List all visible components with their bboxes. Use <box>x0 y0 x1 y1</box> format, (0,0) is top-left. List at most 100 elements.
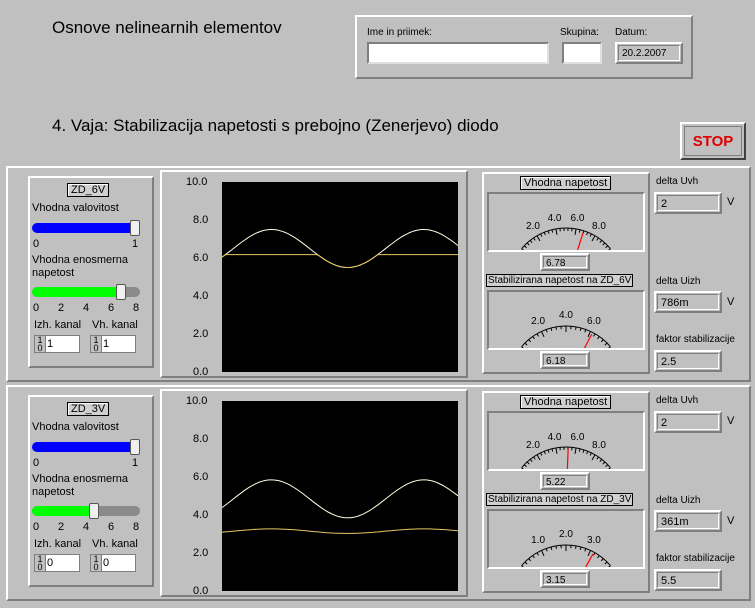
dc-slider-knob[interactable] <box>115 284 126 300</box>
in-channel-input[interactable]: 10 1 <box>90 335 136 353</box>
ripple-tick-max: 1 <box>132 238 139 250</box>
meter-tick <box>540 452 543 456</box>
ripple-slider-knob[interactable] <box>130 220 140 236</box>
out-channel-input[interactable]: 10 0 <box>34 554 80 572</box>
channel-spin-icon[interactable]: 10 <box>35 336 46 353</box>
meter1-title: Vhodna napetost <box>520 395 612 409</box>
out-channel-label: Izh. kanal <box>34 538 82 550</box>
channel-spin-icon[interactable]: 10 <box>91 336 102 353</box>
meter-tick <box>579 546 582 551</box>
meter-tick <box>597 336 600 340</box>
delta-uvh-unit: V <box>727 196 735 208</box>
meter-tick <box>536 235 541 242</box>
delta-uvh-field: 2 <box>654 411 722 433</box>
meter2-title: Stabilizirana napetost na ZD_6V <box>486 274 634 287</box>
dc-tick-4: 4 <box>83 302 90 314</box>
delta-uizh-field: 361m <box>654 510 722 532</box>
waveform-chart <box>222 182 458 372</box>
factor-field: 5.5 <box>654 569 722 591</box>
out-channel-input[interactable]: 10 1 <box>34 335 80 353</box>
meter2-readout: 3.15 <box>540 570 590 588</box>
meter-tick <box>602 242 606 246</box>
meter-tick <box>521 346 527 351</box>
chart-y-tick: 4.0 <box>193 290 209 302</box>
meter-tick <box>536 454 541 461</box>
meter2-face: 0.02.04.06.08.0 <box>487 290 645 363</box>
channel-spin-icon[interactable]: 10 <box>91 555 102 572</box>
dc-tick-0: 0 <box>33 521 40 533</box>
meter-tick <box>589 452 592 456</box>
meter-tick <box>584 329 587 333</box>
meter-tick <box>579 327 582 332</box>
dc-tick-4: 4 <box>83 521 90 533</box>
meter-tick <box>600 339 604 343</box>
meter-tick <box>536 333 539 337</box>
meter-tick <box>541 550 545 557</box>
meter-tick <box>555 326 557 330</box>
experiment-panel: ZD_6V Vhodna valovitost 0 1 Vhodna enosm… <box>6 166 751 382</box>
waveform-chart-box: 10.0 8.0 6.0 4.0 2.0 0.0 <box>160 170 468 378</box>
meter-tick <box>524 561 528 565</box>
experiment-panel: ZD_3V Vhodna valovitost 0 1 Vhodna enosm… <box>6 385 751 601</box>
dc-tick-8: 8 <box>133 521 140 533</box>
ripple-tick-max: 1 <box>132 457 139 469</box>
dc-slider-knob[interactable] <box>89 503 100 519</box>
meter-tick <box>605 346 611 351</box>
delta-uizh-field: 786m <box>654 291 722 313</box>
meter-tick <box>555 545 557 549</box>
meter-tick <box>602 461 606 465</box>
meter-tick <box>605 467 611 472</box>
channel-spin-icon[interactable]: 10 <box>35 555 46 572</box>
delta-uvh-label: delta Uvh <box>656 395 699 406</box>
meter-tick <box>536 552 539 556</box>
meter-tick <box>605 565 611 570</box>
meter-tick <box>550 327 553 332</box>
meter-tick <box>547 449 550 453</box>
ripple-slider-track[interactable] <box>32 223 138 233</box>
meter-tick <box>526 242 530 246</box>
factor-label: faktor stabilizacije <box>656 553 735 564</box>
meter-tick <box>521 467 527 472</box>
dc-tick-6: 6 <box>108 302 115 314</box>
waveform-chart <box>222 401 458 591</box>
in-channel-input[interactable]: 10 0 <box>90 554 136 572</box>
ripple-slider-knob[interactable] <box>130 439 140 455</box>
date-label: Datum: <box>615 27 648 38</box>
meter-tick <box>591 235 596 242</box>
meter-tick <box>575 545 577 549</box>
meter2-face: 0.01.02.03.04.0 <box>487 509 645 582</box>
ripple-tick-min: 0 <box>33 238 40 250</box>
meter-tick <box>605 248 611 253</box>
delta-uvh-unit: V <box>727 415 735 427</box>
meter-tick <box>599 239 603 243</box>
meter-tick-label: 4.0 <box>548 213 562 224</box>
in-channel-label: Vh. kanal <box>92 319 138 331</box>
group-input[interactable] <box>562 42 602 64</box>
date-field: 20.2.2007 <box>615 42 683 64</box>
meter-tick <box>521 565 527 570</box>
meter-tick <box>593 552 596 556</box>
meter2-gauge: 0.01.02.03.04.0 <box>500 529 633 582</box>
dc-label-line2: napetost <box>32 486 75 498</box>
diode-label: ZD_3V <box>67 402 110 416</box>
meter-tick <box>574 228 577 235</box>
dc-label-line2: napetost <box>32 267 75 279</box>
meter-tick <box>540 233 543 237</box>
name-label: Ime in priimek: <box>367 27 433 38</box>
meters-box: Vhodna napetost 0.02.04.06.08.010.0 6.78… <box>482 172 650 374</box>
meter-tick <box>543 232 546 236</box>
meter-tick-label: 2.0 <box>526 221 540 232</box>
group-label: Skupina: <box>560 27 599 38</box>
meter-tick <box>555 228 558 235</box>
stop-button[interactable]: STOP <box>680 122 746 160</box>
meter-tick <box>586 232 589 236</box>
meter-tick <box>529 239 533 243</box>
meter-needle <box>577 553 594 581</box>
meter-tick <box>578 448 581 452</box>
delta-uizh-unit: V <box>727 296 735 308</box>
meter2-readout: 6.18 <box>540 351 590 369</box>
meter-needle <box>566 449 569 480</box>
ripple-slider-track[interactable] <box>32 442 138 452</box>
name-input[interactable] <box>367 42 549 64</box>
student-info-box: Ime in priimek: Skupina: Datum: 20.2.200… <box>355 15 693 79</box>
